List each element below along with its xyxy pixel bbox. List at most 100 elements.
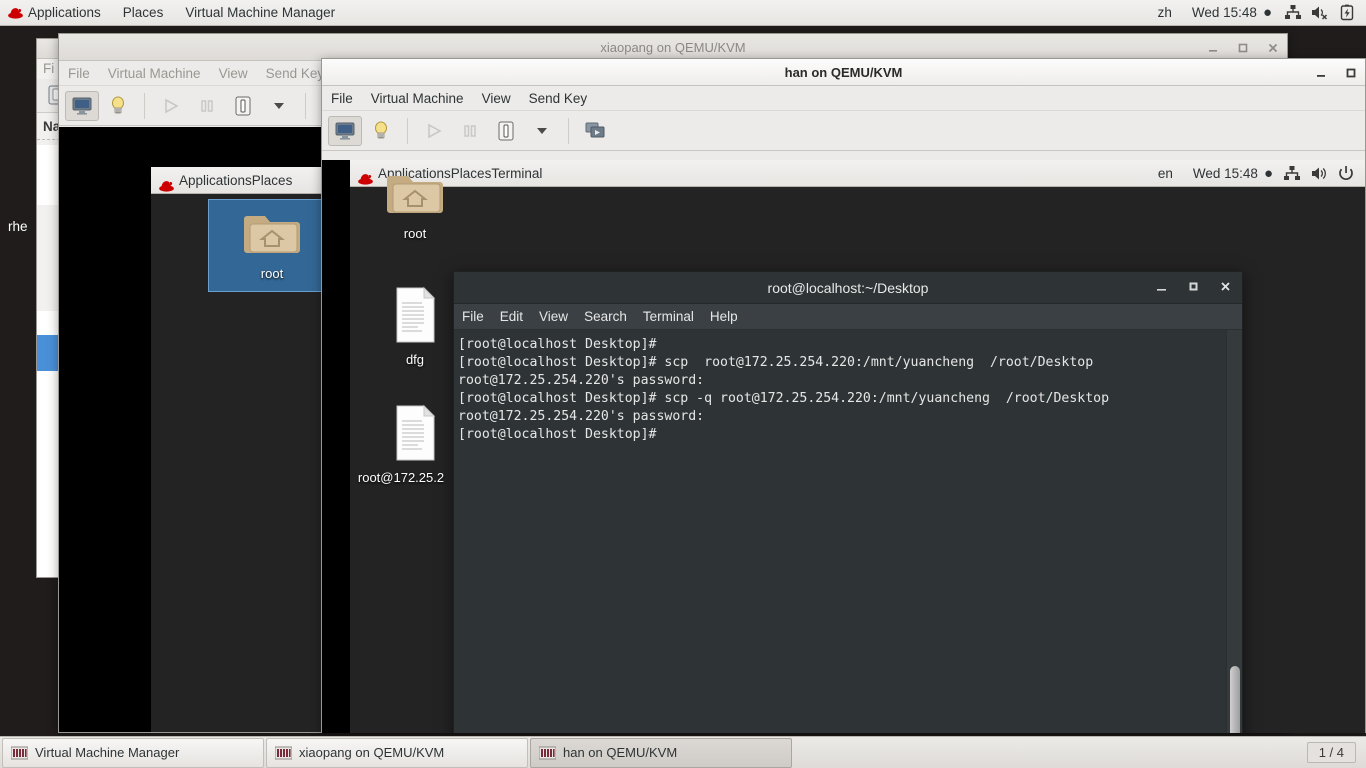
host-top-panel[interactable]: Applications Places Virtual Machine Mana… [0, 0, 1366, 26]
menu-edit[interactable]: Edit [492, 304, 531, 330]
menu-help[interactable]: Help [702, 304, 746, 330]
terminal-window[interactable]: root@localhost:~/Desktop File Edit View … [453, 271, 1243, 733]
pause-icon[interactable] [453, 116, 487, 146]
guest-terminal-menu[interactable]: Terminal [491, 166, 542, 181]
maximize-button[interactable] [1343, 65, 1359, 81]
terminal-output: [root@localhost Desktop]# [root@localhos… [458, 337, 1110, 442]
terminal-scrollbar[interactable] [1226, 330, 1242, 733]
menu-virtual-machine[interactable]: Virtual Machine [362, 86, 473, 111]
menu-file[interactable]: File [454, 304, 492, 330]
terminal-menubar[interactable]: File Edit View Search Terminal Help [454, 304, 1242, 330]
volume-muted-icon[interactable] [1311, 4, 1329, 21]
volume-icon[interactable] [1310, 165, 1328, 182]
menu-terminal[interactable]: Terminal [635, 304, 702, 330]
redhat-icon [159, 180, 174, 192]
power-icon[interactable] [1337, 165, 1355, 182]
toolbar-separator [407, 117, 408, 144]
scrollbar-thumb[interactable] [1230, 666, 1240, 733]
applications-menu[interactable]: Applications [0, 0, 112, 26]
vmm-icon [275, 746, 292, 759]
home-folder-icon [387, 176, 443, 213]
toolbar-separator-2 [305, 92, 306, 119]
menu-view[interactable]: View [531, 304, 576, 330]
language-indicator[interactable]: zh [1144, 5, 1186, 20]
network-icon[interactable] [1283, 165, 1301, 182]
shutdown-dropdown-icon[interactable] [262, 91, 296, 121]
menu-file[interactable]: File [59, 61, 99, 86]
close-button[interactable] [1219, 280, 1232, 296]
pause-icon[interactable] [190, 91, 224, 121]
host-taskbar[interactable]: Virtual Machine Manager xiaopang on QEMU… [0, 736, 1366, 768]
console-view-icon[interactable] [328, 115, 362, 146]
shutdown-icon[interactable] [489, 116, 523, 146]
taskbar-item-han-label: han on QEMU/KVM [563, 745, 678, 760]
host-desktop-icon-label-fragment: rhe [8, 219, 28, 234]
guest-applications-menu[interactable]: Applications [151, 173, 252, 192]
menu-virtual-machine[interactable]: Virtual Machine [99, 61, 210, 86]
guest-places-menu[interactable]: Places [252, 173, 293, 188]
menu-send-key[interactable]: Send Key [520, 86, 597, 111]
taskbar-item-han[interactable]: han on QEMU/KVM [530, 737, 792, 768]
desktop-icon-root-label: root [260, 266, 284, 281]
desktop-icon-root[interactable]: root [355, 168, 475, 241]
taskbar-item-xiaopang-label: xiaopang on QEMU/KVM [299, 745, 445, 760]
han-guest-panel[interactable]: Applications Places Terminal en Wed 15:4… [350, 160, 1365, 187]
desktop-icon-root[interactable]: root [208, 199, 336, 292]
xiaopang-title: xiaopang on QEMU/KVM [600, 39, 746, 55]
guest-left-bezel [322, 160, 350, 733]
places-menu[interactable]: Places [112, 0, 175, 26]
snapshots-icon[interactable] [578, 116, 612, 146]
run-icon[interactable] [154, 91, 188, 121]
han-menubar[interactable]: File Virtual Machine View Send Key [322, 86, 1365, 111]
console-view-icon[interactable] [65, 90, 99, 121]
terminal-titlebar[interactable]: root@localhost:~/Desktop [454, 272, 1242, 304]
guest-tray [1283, 165, 1365, 182]
toolbar-separator-2 [568, 117, 569, 144]
network-icon[interactable] [1284, 4, 1302, 21]
guest-notification-dot: ● [1263, 164, 1273, 182]
terminal-window-buttons [1155, 272, 1232, 304]
host-tray [1284, 4, 1366, 21]
maximize-button[interactable] [1187, 280, 1200, 296]
applications-label: Applications [28, 4, 101, 20]
host-clock[interactable]: Wed 15:48 [1186, 5, 1263, 20]
vmm-menu-file[interactable]: Fi [43, 61, 54, 76]
guest-clock[interactable]: Wed 15:48 [1187, 166, 1264, 181]
vmm-icon [11, 746, 28, 759]
close-button[interactable] [1265, 40, 1281, 56]
minimize-button[interactable] [1155, 280, 1168, 296]
details-view-icon[interactable] [101, 91, 135, 121]
han-vm-window[interactable]: han on QEMU/KVM File Virtual Machine Vie… [321, 58, 1366, 733]
workspace-switcher[interactable]: 1 / 4 [1306, 742, 1356, 763]
menu-view[interactable]: View [473, 86, 520, 111]
xiaopang-titlebar[interactable]: xiaopang on QEMU/KVM [59, 34, 1287, 61]
shutdown-icon[interactable] [226, 91, 260, 121]
details-view-icon[interactable] [364, 116, 398, 146]
desktop-icon-root-label: root [403, 226, 427, 241]
redhat-icon [8, 7, 23, 19]
vmm-icon [539, 746, 556, 759]
taskbar-item-xiaopang[interactable]: xiaopang on QEMU/KVM [266, 737, 528, 768]
active-app-menu[interactable]: Virtual Machine Manager [174, 0, 346, 26]
taskbar-item-vmm[interactable]: Virtual Machine Manager [2, 737, 264, 768]
xiaopang-window-buttons [1205, 34, 1281, 61]
han-guest-viewport[interactable]: Applications Places Terminal en Wed 15:4… [322, 160, 1365, 733]
han-title: han on QEMU/KVM [784, 64, 903, 80]
minimize-button[interactable] [1205, 40, 1221, 56]
han-window-buttons [1313, 59, 1359, 86]
maximize-button[interactable] [1235, 40, 1251, 56]
document-icon [396, 286, 436, 343]
run-icon[interactable] [417, 116, 451, 146]
shutdown-dropdown-icon[interactable] [525, 116, 559, 146]
han-titlebar[interactable]: han on QEMU/KVM [322, 59, 1365, 86]
guest-language-indicator[interactable]: en [1144, 166, 1187, 181]
minimize-button[interactable] [1313, 65, 1329, 81]
menu-search[interactable]: Search [576, 304, 635, 330]
terminal-body[interactable]: [root@localhost Desktop]# [root@localhos… [454, 330, 1242, 733]
menu-file[interactable]: File [322, 86, 362, 111]
battery-icon[interactable] [1338, 4, 1356, 21]
taskbar-item-vmm-label: Virtual Machine Manager [35, 745, 180, 760]
han-toolbar [322, 111, 1365, 151]
menu-view[interactable]: View [210, 61, 257, 86]
toolbar-separator [144, 92, 145, 119]
